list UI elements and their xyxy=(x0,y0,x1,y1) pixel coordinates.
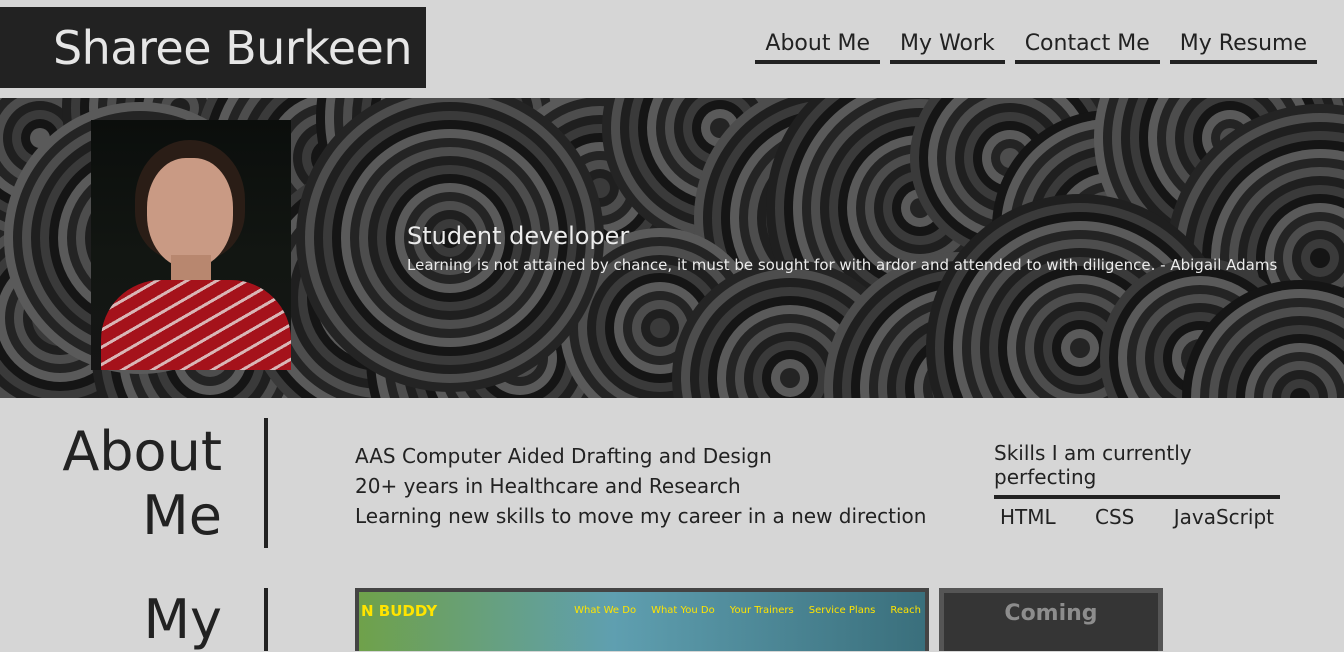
project-thumbnail-1[interactable]: N BUDDY What We Do What You Do Your Trai… xyxy=(355,588,929,651)
nav-my-work[interactable]: My Work xyxy=(889,30,1005,64)
skill-html: HTML xyxy=(1000,505,1056,529)
project1-nav: What We Do What You Do Your Trainers Ser… xyxy=(574,605,921,616)
skill-javascript: JavaScript xyxy=(1173,505,1274,529)
about-divider xyxy=(264,418,268,548)
hero-tagline: Student developer Learning is not attain… xyxy=(407,222,1277,274)
project-thumbnail-2[interactable]: Coming xyxy=(939,588,1163,651)
about-item: Learning new skills to move my career in… xyxy=(355,504,927,528)
nav-about-me[interactable]: About Me xyxy=(755,30,880,64)
nav-my-resume[interactable]: My Resume xyxy=(1169,30,1317,64)
about-item: 20+ years in Healthcare and Research xyxy=(355,474,741,498)
site-brand[interactable]: Sharee Burkeen xyxy=(0,7,426,88)
project2-label: Coming xyxy=(944,593,1158,651)
hero-title: Student developer xyxy=(407,222,630,250)
nav-contact-me[interactable]: Contact Me xyxy=(1014,30,1160,64)
about-list: AAS Computer Aided Drafting and Design 2… xyxy=(355,441,926,531)
skills-heading: Skills I am currently perfecting xyxy=(994,441,1280,499)
site-name: Sharee Burkeen xyxy=(52,20,413,75)
skills-panel: Skills I am currently perfecting HTML CS… xyxy=(994,441,1280,529)
project1-brand: N BUDDY xyxy=(361,602,438,620)
about-item: AAS Computer Aided Drafting and Design xyxy=(355,444,772,468)
work-divider xyxy=(264,588,268,651)
profile-photo xyxy=(91,120,291,370)
hero-banner: Student developer Learning is not attain… xyxy=(0,98,1344,398)
main-nav: About Me My Work Contact Me My Resume xyxy=(755,30,1317,64)
about-heading: About Me xyxy=(62,420,222,547)
hero-quote: Learning is not attained by chance, it m… xyxy=(407,256,1278,274)
work-heading: My xyxy=(143,588,222,651)
skill-css: CSS xyxy=(1095,505,1135,529)
